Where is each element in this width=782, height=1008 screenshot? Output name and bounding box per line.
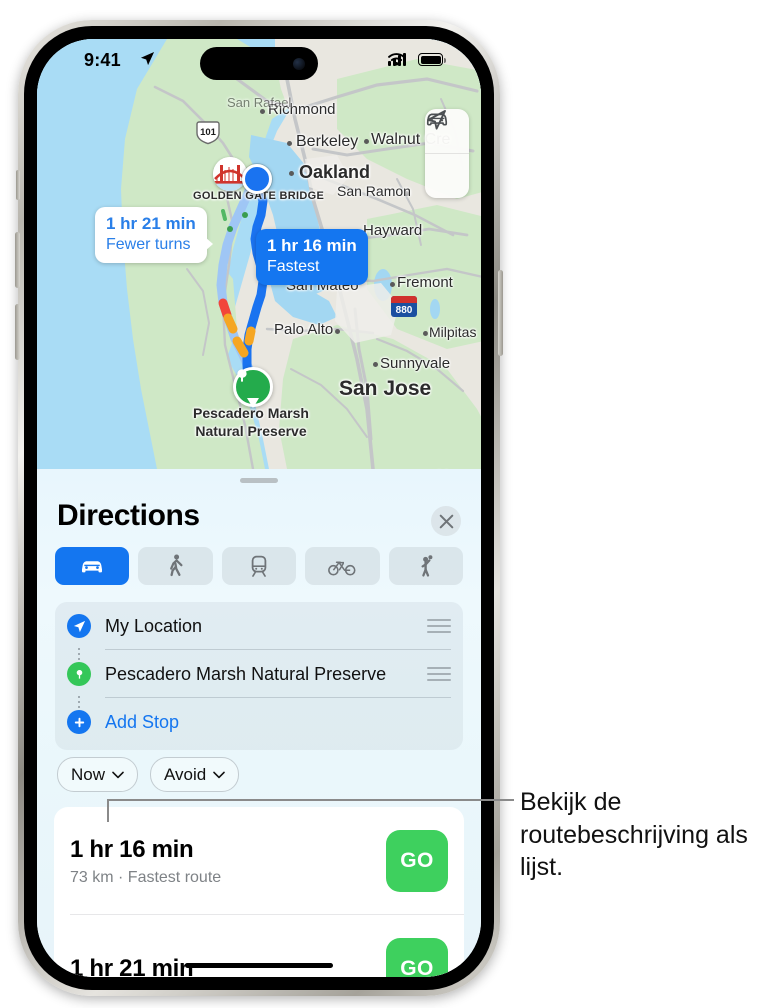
- route-dots: [78, 648, 80, 660]
- map-label-palo-alto: Palo Alto: [274, 321, 334, 338]
- map-label-berkeley: Berkeley: [296, 133, 359, 150]
- map-label-milpitas: Milpitas: [429, 324, 477, 340]
- map-label-san-ramon: San Ramon: [337, 183, 411, 199]
- callout-text: Bekijk de routebeschrijving als lijst.: [520, 788, 748, 881]
- map-dot: [289, 171, 294, 176]
- map-label-san-jose: San Jose: [339, 377, 432, 400]
- fastest-route-bubble[interactable]: 1 hr 16 min Fastest: [256, 229, 368, 286]
- destination-pin[interactable]: [233, 367, 273, 408]
- map-controls[interactable]: [425, 109, 469, 198]
- map-label-hayward: Hayward: [363, 222, 423, 239]
- user-location-dot: [242, 164, 272, 194]
- pin-tail: [247, 398, 259, 408]
- battery-icon: [418, 53, 446, 66]
- map-dot: [423, 331, 428, 336]
- svg-text:101: 101: [200, 127, 217, 138]
- svg-text:880: 880: [396, 305, 413, 316]
- map-dot: [390, 282, 395, 287]
- home-indicator[interactable]: [185, 963, 333, 968]
- map-label-fremont: Fremont: [397, 274, 453, 291]
- map-dot: [373, 362, 378, 367]
- destination-label: Pescadero Marsh Natural Preserve: [193, 405, 309, 439]
- status-time: 9:41: [84, 50, 121, 70]
- alt-route-label: Fewer turns: [106, 235, 191, 253]
- recenter-location-icon[interactable]: [425, 110, 469, 198]
- route-dots: [78, 696, 80, 708]
- map-label-morgan-hill: Morgan Hil: [437, 467, 481, 469]
- map-dot: [364, 139, 369, 144]
- status-indicators: [388, 53, 446, 66]
- map-dot: [287, 141, 292, 146]
- alternate-route-bubble[interactable]: 1 hr 21 min Fewer turns: [95, 207, 213, 264]
- fastest-route-label: Fastest: [267, 257, 320, 275]
- map-dot: [335, 329, 340, 334]
- map-label-sunnyvale: Sunnyvale: [380, 355, 451, 372]
- alt-route-duration: 1 hr 21 min: [106, 214, 196, 233]
- map-label-san-rafael: San Rafael: [227, 95, 292, 110]
- fastest-route-duration: 1 hr 16 min: [267, 236, 357, 255]
- status-bar: 9:41: [37, 39, 481, 87]
- map-label-oakland: Oakland: [299, 162, 371, 182]
